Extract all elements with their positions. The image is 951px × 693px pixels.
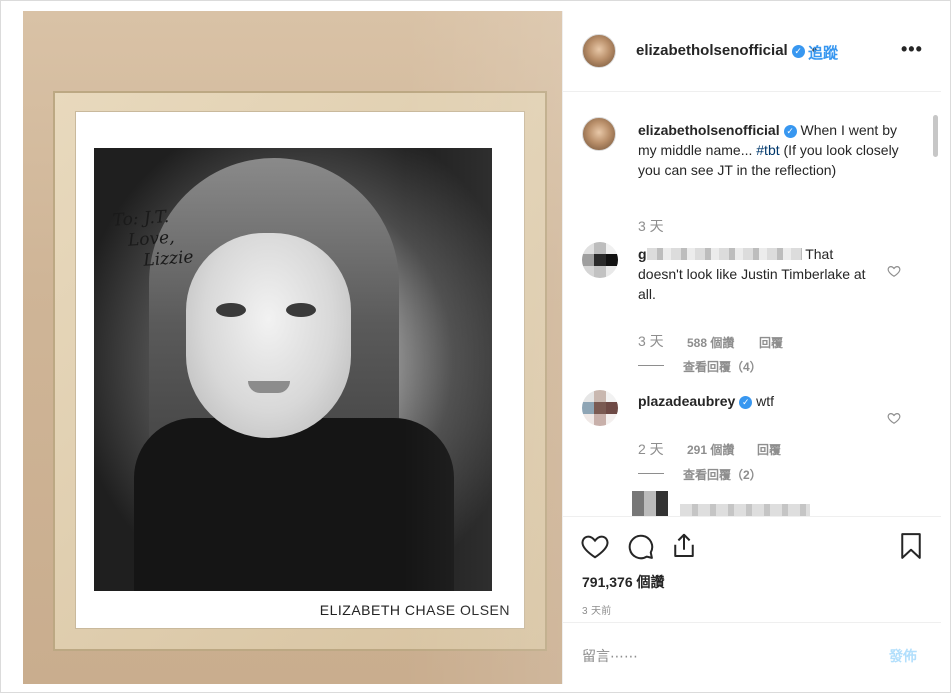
view-replies-link[interactable]: 查看回覆（2） <box>683 466 762 483</box>
follow-button[interactable]: 追蹤 <box>808 42 838 63</box>
author-username[interactable]: elizabetholsenofficial ✓ • <box>636 42 817 59</box>
comment-text: plazadeaubrey ✓ wtf <box>638 391 868 411</box>
verified-badge-icon: ✓ <box>739 396 753 409</box>
comments-list: elizabetholsenofficial ✓ When I went by m… <box>563 93 941 516</box>
likes-count[interactable]: 791,376 個讚 <box>582 572 665 592</box>
comment-input[interactable]: 留言⋯⋯ <box>582 646 638 666</box>
post-dialog: To: J.T. Love, Lizzie ELIZABETH CHASE OL… <box>0 0 951 693</box>
pixelated-username <box>646 248 802 260</box>
username-text[interactable]: elizabetholsenofficial <box>636 42 788 59</box>
commenter-avatar-pixelated[interactable] <box>582 242 618 278</box>
commenter-avatar-pixelated[interactable] <box>582 390 618 426</box>
post-header: elizabetholsenofficial ✓ • 追蹤 ••• <box>563 11 941 92</box>
hashtag-link[interactable]: #tbt <box>756 142 779 158</box>
post-photo[interactable]: To: J.T. Love, Lizzie ELIZABETH CHASE OL… <box>23 11 562 684</box>
verified-badge-icon: ✓ <box>791 45 805 58</box>
comments-scrollbar[interactable] <box>933 115 938 157</box>
comment-likes[interactable]: 588 個讚 <box>687 334 734 351</box>
commenter-avatar-pixelated[interactable] <box>632 491 668 516</box>
comment-time[interactable]: 2 天 <box>638 439 664 459</box>
bookmark-icon[interactable] <box>896 531 926 561</box>
handwritten-signature: To: J.T. Love, Lizzie <box>112 205 194 273</box>
comment-composer: 留言⋯⋯ 發佈 <box>563 622 941 684</box>
post-comment-button[interactable]: 發佈 <box>889 646 917 666</box>
replies-divider <box>638 365 664 366</box>
caption-text: elizabetholsenofficial ✓ When I went by m… <box>638 120 918 180</box>
reply-button[interactable]: 回覆 <box>759 334 783 351</box>
comment-username[interactable]: plazadeaubrey <box>638 393 735 409</box>
comment-like-heart-icon[interactable] <box>887 264 901 278</box>
comment-like-heart-icon[interactable] <box>887 411 901 425</box>
face-shape <box>186 233 351 438</box>
comment-likes[interactable]: 291 個讚 <box>687 441 734 458</box>
post-sidebar: elizabetholsenofficial ✓ • 追蹤 ••• elizabe… <box>562 11 941 684</box>
mouth <box>248 381 290 393</box>
comment-body: wtf <box>756 393 775 409</box>
view-replies-link[interactable]: 查看回覆（4） <box>683 358 762 375</box>
left-eye <box>216 303 246 317</box>
more-options-icon[interactable]: ••• <box>901 39 923 60</box>
post-actions: 791,376 個讚 3 天前 <box>563 516 941 626</box>
right-eye <box>286 303 316 317</box>
share-icon[interactable] <box>669 531 699 561</box>
caption-username[interactable]: elizabetholsenofficial <box>638 122 780 138</box>
comment-time[interactable]: 3 天 <box>638 331 664 351</box>
heart-icon[interactable] <box>580 531 610 561</box>
post-timestamp[interactable]: 3 天前 <box>582 602 612 617</box>
comment-username-visible[interactable]: g <box>638 246 647 262</box>
glass-reflection <box>403 11 562 684</box>
caption-avatar[interactable] <box>582 117 616 151</box>
comment-text: g That doesn't look like Justin Timberla… <box>638 244 868 304</box>
verified-badge-icon: ✓ <box>783 125 797 138</box>
replies-divider <box>638 473 664 474</box>
pixelated-comment <box>680 504 810 516</box>
author-avatar[interactable] <box>582 34 616 68</box>
reply-button[interactable]: 回覆 <box>757 441 781 458</box>
comment-icon[interactable] <box>625 531 655 561</box>
caption-time[interactable]: 3 天 <box>638 216 664 236</box>
